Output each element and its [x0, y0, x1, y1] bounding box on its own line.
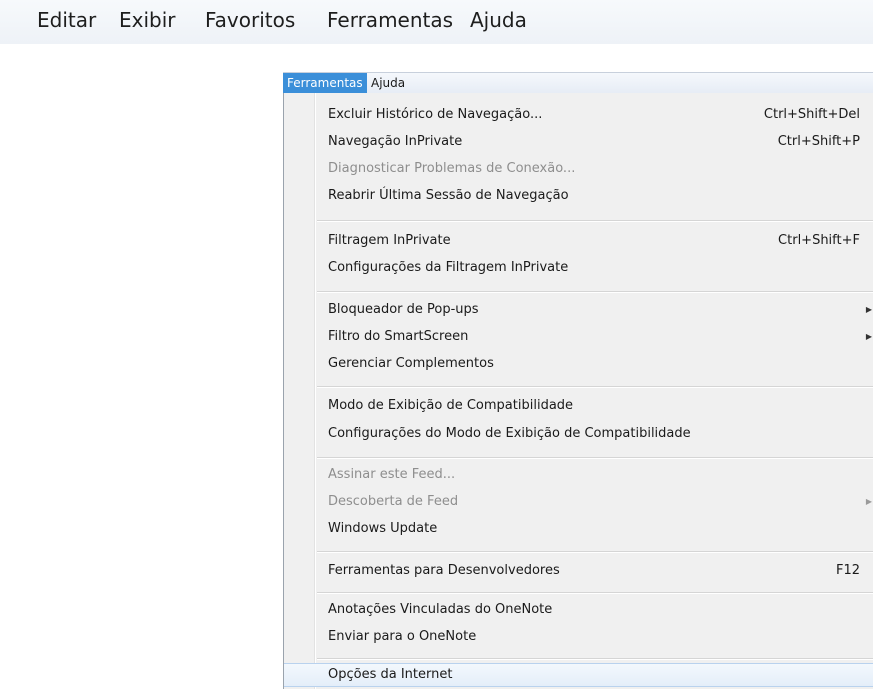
menu-item-assinar-feed: Assinar este Feed... [284, 463, 873, 487]
menubar-ajuda[interactable]: Ajuda [367, 73, 409, 94]
menu-separator [317, 291, 873, 293]
menu-item-label: Descoberta de Feed [328, 494, 459, 509]
menu-item-label: Gerenciar Complementos [328, 356, 494, 371]
chevron-right-icon: ▶ [865, 332, 872, 341]
menu-item-shortcut: Ctrl+Shift+F [778, 233, 860, 248]
menu-item-label: Reabrir Última Sessão de Navegação [328, 188, 569, 203]
menubar: Ferramentas Ajuda [283, 72, 873, 94]
menu-item-filtragem-inprivate[interactable]: Filtragem InPrivate Ctrl+Shift+F [284, 229, 873, 253]
menubar-ferramentas[interactable]: Ferramentas [283, 73, 367, 94]
menu-separator [317, 386, 873, 388]
menu-item-config-compatibilidade[interactable]: Configurações do Modo de Exibição de Com… [284, 422, 873, 446]
menu-item-shortcut: Ctrl+Shift+Del [763, 107, 860, 122]
menu-item-bloqueador-popups[interactable]: Bloqueador de Pop-ups ▶ [284, 298, 873, 322]
menu-item-compatibilidade[interactable]: Modo de Exibição de Compatibilidade [284, 394, 873, 418]
menu-item-label: Filtro do SmartScreen [328, 329, 469, 344]
menu-separator [317, 220, 873, 222]
menu-item-label: Anotações Vinculadas do OneNote [328, 602, 553, 617]
menu-separator [317, 658, 873, 660]
menu-exibir[interactable]: Exibir [119, 8, 176, 32]
menu-item-reabrir-sessao[interactable]: Reabrir Última Sessão de Navegação [284, 184, 873, 208]
menu-item-descoberta-feed: Descoberta de Feed ▶ [284, 490, 873, 514]
top-menubar: Editar Exibir Favoritos Ferramentas Ajud… [0, 0, 873, 44]
menu-item-label: Navegação InPrivate [328, 134, 463, 149]
menu-item-smartscreen[interactable]: Filtro do SmartScreen ▶ [284, 325, 873, 349]
menu-item-label: Diagnosticar Problemas de Conexão... [328, 161, 576, 176]
menu-item-label: Excluir Histórico de Navegação... [328, 107, 543, 122]
menu-ferramentas[interactable]: Ferramentas [327, 8, 453, 32]
menu-item-label: Opções da Internet [328, 667, 453, 682]
menu-separator [317, 551, 873, 553]
menu-item-label: Bloqueador de Pop-ups [328, 302, 479, 317]
menu-ajuda[interactable]: Ajuda [470, 8, 527, 32]
menu-item-ferramentas-desenvolvedores[interactable]: Ferramentas para Desenvolvedores F12 [284, 559, 873, 583]
menu-favoritos[interactable]: Favoritos [205, 8, 295, 32]
tools-menu: Excluir Histórico de Navegação... Ctrl+S… [283, 93, 873, 689]
menu-item-label: Configurações da Filtragem InPrivate [328, 260, 569, 275]
menu-item-label: Windows Update [328, 521, 438, 536]
menu-editar[interactable]: Editar [37, 8, 96, 32]
menu-item-label: Enviar para o OneNote [328, 629, 477, 644]
menu-item-shortcut: Ctrl+Shift+P [777, 134, 860, 149]
menu-item-config-filtragem[interactable]: Configurações da Filtragem InPrivate [284, 256, 873, 280]
menu-item-shortcut: F12 [835, 563, 860, 578]
menu-item-opcoes-internet[interactable]: Opções da Internet [284, 663, 873, 687]
menu-separator [317, 592, 873, 594]
chevron-right-icon: ▶ [865, 497, 872, 506]
chevron-right-icon: ▶ [865, 305, 872, 314]
menu-item-navegacao-inprivate[interactable]: Navegação InPrivate Ctrl+Shift+P [284, 130, 873, 154]
menu-item-diagnosticar: Diagnosticar Problemas de Conexão... [284, 157, 873, 181]
menu-item-enviar-onenote[interactable]: Enviar para o OneNote [284, 625, 873, 649]
menu-item-gerenciar-complementos[interactable]: Gerenciar Complementos [284, 352, 873, 376]
menu-item-windows-update[interactable]: Windows Update [284, 517, 873, 541]
menu-item-anotacoes-onenote[interactable]: Anotações Vinculadas do OneNote [284, 598, 873, 622]
menu-item-label: Modo de Exibição de Compatibilidade [328, 398, 574, 413]
menu-item-label: Configurações do Modo de Exibição de Com… [328, 426, 691, 441]
menu-item-label: Ferramentas para Desenvolvedores [328, 563, 560, 578]
menu-item-excluir-historico[interactable]: Excluir Histórico de Navegação... Ctrl+S… [284, 103, 873, 127]
menu-item-label: Assinar este Feed... [328, 467, 456, 482]
menu-item-label: Filtragem InPrivate [328, 233, 451, 248]
menu-separator [317, 457, 873, 459]
